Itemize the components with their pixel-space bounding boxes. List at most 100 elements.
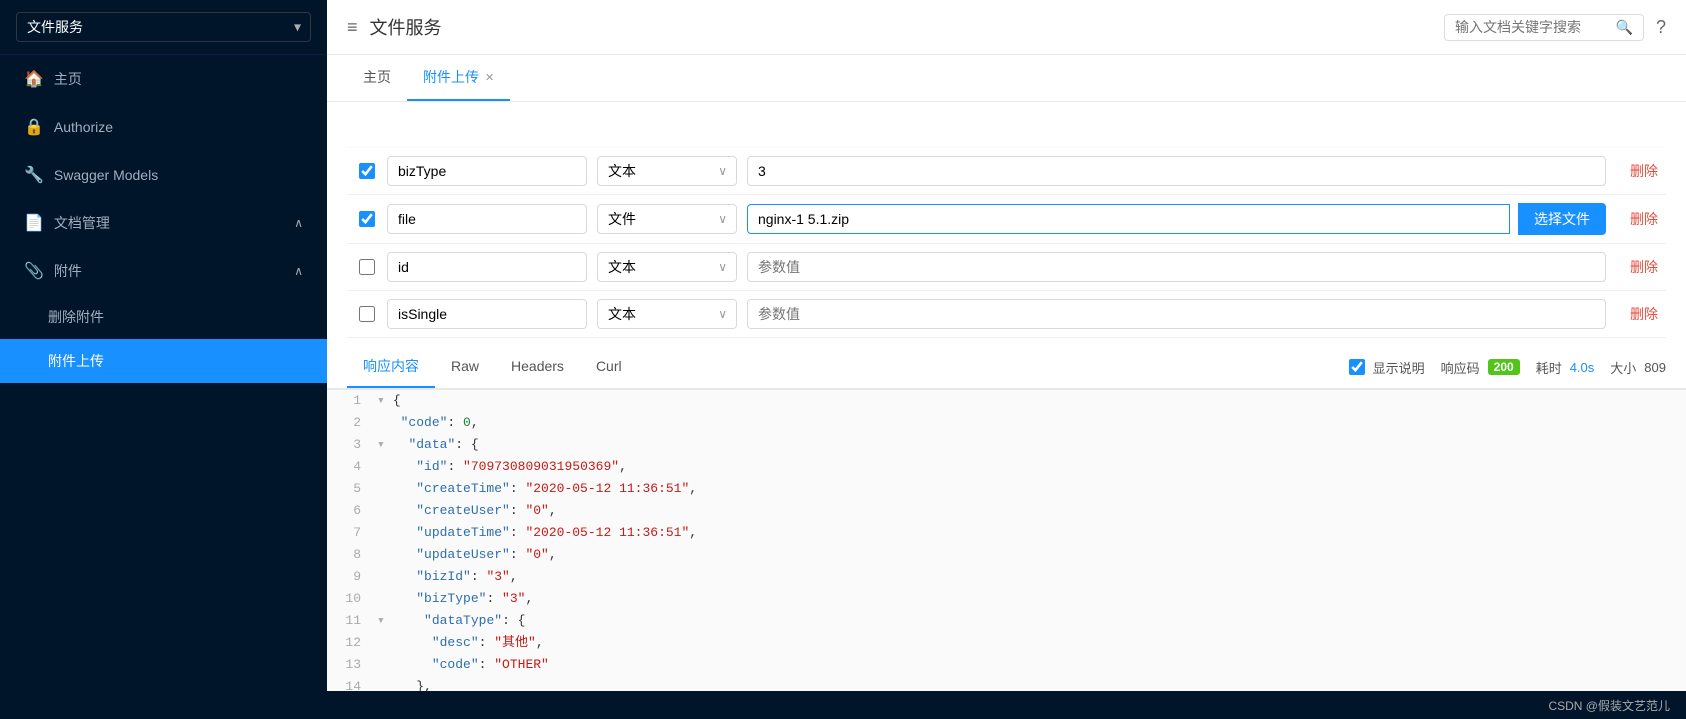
- page-title: 文件服务: [370, 14, 442, 40]
- sidebar-item-upload-attachment[interactable]: 附件上传: [0, 339, 327, 383]
- resp-tab-headers[interactable]: Headers: [495, 348, 580, 386]
- response-meta: 显示说明 响应码 200 耗时 4.0s 大小 809: [1349, 358, 1666, 377]
- resp-tab-curl[interactable]: Curl: [580, 348, 638, 386]
- param-name-issingle[interactable]: [387, 299, 587, 329]
- param-type-issingle[interactable]: 文本 文件: [597, 299, 737, 329]
- param-value-id[interactable]: [747, 252, 1606, 282]
- file-name-input[interactable]: [747, 204, 1510, 234]
- param-type-biztype[interactable]: 文本 文件: [597, 156, 737, 186]
- code-line-11: 11 ▾ "dataType": {: [327, 610, 1686, 632]
- sidebar-item-authorize[interactable]: 🔒 Authorize: [0, 103, 327, 151]
- sidebar-nav: 🏠 主页 🔒 Authorize 🔧 Swagger Models 📄 文档管理…: [0, 55, 327, 719]
- authorize-icon: 🔒: [24, 117, 44, 137]
- checkbox-biztype[interactable]: [359, 163, 375, 179]
- param-value-issingle[interactable]: [747, 299, 1606, 329]
- resp-time-value: 4.0s: [1570, 360, 1595, 375]
- tab-upload-label: 附件上传: [423, 67, 479, 87]
- tab-close-icon[interactable]: ✕: [485, 71, 494, 84]
- delete-id-button[interactable]: 删除: [1622, 253, 1666, 281]
- sidebar-item-delete-attachment[interactable]: 删除附件: [0, 295, 327, 339]
- code-line-13: 13 "code": "OTHER": [327, 654, 1686, 676]
- doc-icon: 📄: [24, 213, 44, 233]
- resp-size-label: 大小: [1610, 358, 1636, 377]
- main-tabs: 主页 附件上传 ✕: [327, 55, 1686, 102]
- resp-status-badge: 200: [1488, 359, 1520, 375]
- toggle-1[interactable]: ▾: [377, 390, 385, 412]
- sidebar-item-doc-manage[interactable]: 📄 文档管理 ∧: [0, 199, 327, 247]
- sidebar-item-swagger-label: Swagger Models: [54, 167, 158, 183]
- param-row-hidden: [347, 112, 1666, 148]
- param-row-biztype: 文本 文件 删除: [347, 148, 1666, 195]
- params-form: 文本 文件 删除: [327, 102, 1686, 338]
- param-name-file[interactable]: [387, 204, 587, 234]
- param-value-biztype[interactable]: [747, 156, 1606, 186]
- sidebar-item-home[interactable]: 🏠 主页: [0, 55, 327, 103]
- search-box: 🔍: [1444, 14, 1644, 41]
- footer: CSDN @假装文艺范儿: [327, 691, 1686, 719]
- code-line-12: 12 "desc": "其他",: [327, 632, 1686, 654]
- resp-size-value: 809: [1644, 360, 1666, 375]
- attachment-icon: 📎: [24, 261, 44, 281]
- resp-time-label: 耗时: [1536, 358, 1562, 377]
- param-row-id: 文本 文件 删除: [347, 244, 1666, 291]
- tab-home[interactable]: 主页: [347, 55, 407, 101]
- param-row-file: 文件 文本 选择文件 删除: [347, 195, 1666, 244]
- param-name-biztype[interactable]: [387, 156, 587, 186]
- search-icon: 🔍: [1616, 19, 1633, 36]
- service-selector-wrap: 文件服务 文件服务: [16, 12, 311, 42]
- swagger-icon: 🔧: [24, 165, 44, 185]
- toggle-3[interactable]: ▾: [377, 434, 385, 456]
- sidebar-item-authorize-label: Authorize: [54, 119, 113, 135]
- code-line-10: 10 "bizType": "3",: [327, 588, 1686, 610]
- sidebar-item-attachment[interactable]: 📎 附件 ∧: [0, 247, 327, 295]
- param-type-file[interactable]: 文件 文本: [597, 204, 737, 234]
- sidebar-item-home-label: 主页: [54, 69, 82, 89]
- tab-upload[interactable]: 附件上传 ✕: [407, 55, 510, 101]
- response-tabs: 响应内容 Raw Headers Curl 显示说明 响应码 200 耗时 4.…: [327, 346, 1686, 389]
- delete-issingle-button[interactable]: 删除: [1622, 300, 1666, 328]
- checkbox-id[interactable]: [359, 259, 375, 275]
- tab-home-label: 主页: [363, 67, 391, 87]
- attachment-arrow-icon: ∧: [294, 264, 303, 278]
- code-line-8: 8 "updateUser": "0",: [327, 544, 1686, 566]
- sidebar-item-doc-label: 文档管理: [54, 213, 110, 233]
- service-selector[interactable]: 文件服务 文件服务: [16, 12, 311, 42]
- checkbox-issingle[interactable]: [359, 306, 375, 322]
- help-icon[interactable]: ?: [1656, 17, 1666, 38]
- home-icon: 🏠: [24, 69, 44, 89]
- code-line-5: 5 "createTime": "2020-05-12 11:36:51",: [327, 478, 1686, 500]
- sidebar-header: 文件服务 文件服务: [0, 0, 327, 55]
- code-line-2: 2 "code": 0,: [327, 412, 1686, 434]
- footer-text: CSDN @假装文艺范儿: [1548, 697, 1670, 714]
- param-type-id[interactable]: 文本 文件: [597, 252, 737, 282]
- code-line-7: 7 "updateTime": "2020-05-12 11:36:51",: [327, 522, 1686, 544]
- code-line-9: 9 "bizId": "3",: [327, 566, 1686, 588]
- search-input[interactable]: [1455, 19, 1610, 35]
- sidebar-item-swagger-models[interactable]: 🔧 Swagger Models: [0, 151, 327, 199]
- param-name-id[interactable]: [387, 252, 587, 282]
- code-line-14: 14 },: [327, 676, 1686, 691]
- response-code-block: 1 ▾ { 2 "code": 0, 3 ▾ "data": { 4 "id":…: [327, 389, 1686, 691]
- topbar-left: ≡ 文件服务: [347, 14, 442, 40]
- topbar-right: 🔍 ?: [1444, 14, 1666, 41]
- resp-tab-raw[interactable]: Raw: [435, 348, 495, 386]
- doc-arrow-icon: ∧: [294, 216, 303, 230]
- sidebar-item-attachment-label: 附件: [54, 261, 82, 281]
- delete-biztype-button[interactable]: 删除: [1622, 157, 1666, 185]
- choose-file-button[interactable]: 选择文件: [1518, 203, 1606, 235]
- upload-attachment-label: 附件上传: [48, 351, 104, 371]
- resp-tab-content[interactable]: 响应内容: [347, 346, 435, 388]
- checkbox-file[interactable]: [359, 211, 375, 227]
- code-line-4: 4 "id": "709730809031950369",: [327, 456, 1686, 478]
- delete-attachment-label: 删除附件: [48, 307, 104, 327]
- delete-file-button[interactable]: 删除: [1622, 205, 1666, 233]
- code-line-6: 6 "createUser": "0",: [327, 500, 1686, 522]
- code-line-3: 3 ▾ "data": {: [327, 434, 1686, 456]
- toggle-11[interactable]: ▾: [377, 610, 385, 632]
- main-content: ≡ 文件服务 🔍 ? 主页 附件上传 ✕: [327, 0, 1686, 719]
- menu-icon[interactable]: ≡: [347, 17, 358, 38]
- show-desc-checkbox[interactable]: [1349, 359, 1365, 375]
- topbar: ≡ 文件服务 🔍 ?: [327, 0, 1686, 55]
- sidebar: 文件服务 文件服务 🏠 主页 🔒 Authorize 🔧 Swagger Mod…: [0, 0, 327, 719]
- show-desc-label: 显示说明: [1373, 358, 1425, 377]
